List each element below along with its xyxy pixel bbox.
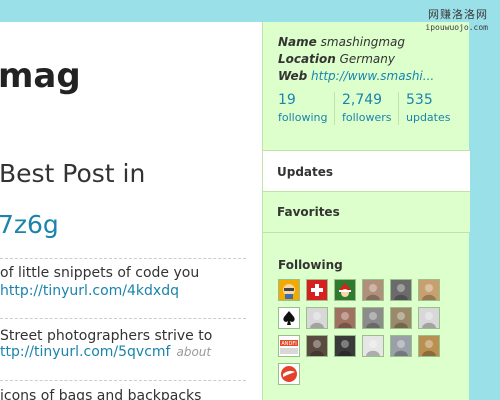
web-label: Web (278, 69, 308, 83)
avatar-red-logo-icon[interactable] (278, 363, 300, 385)
avatar-photo-icon[interactable] (334, 307, 356, 329)
update-link[interactable]: http://tinyurl.com/4kdxdq (0, 283, 179, 299)
stat-updates[interactable]: 535 updates (406, 92, 451, 130)
updates-label: updates (406, 111, 451, 124)
profile-name-row: Name smashingmag (278, 34, 434, 51)
followers-count: 2,749 (342, 92, 383, 108)
name-value: smashingmag (320, 35, 405, 49)
avatar-photo-icon[interactable] (390, 335, 412, 357)
avatar-photo-icon[interactable] (390, 279, 412, 301)
avatar-photo-icon[interactable] (390, 307, 412, 329)
stat-following[interactable]: 19 following (278, 92, 327, 130)
following-count: 19 (278, 92, 296, 108)
svg-text:ANDFI: ANDFI (281, 341, 296, 347)
stats-bar: 19 following 2,749 followers 535 updates (263, 92, 470, 148)
profile-location-row: Location Germany (278, 51, 434, 68)
update-text: icons of bags and backpacks (0, 388, 202, 400)
profile-title: mag (0, 56, 81, 96)
avatar-santa-icon[interactable] (334, 279, 356, 301)
update-text: of little snippets of code you (0, 265, 200, 281)
watermark: 网赚洛洛网 ipouwuojo.com (425, 6, 488, 32)
stat-separator (334, 92, 335, 125)
avatar-photo-icon[interactable] (418, 307, 440, 329)
twitter-profile-page: mag Best Post in 7z6g of little snippets… (0, 0, 500, 400)
update-divider (0, 318, 246, 319)
updates-count: 535 (406, 92, 433, 108)
avatar-photo-icon[interactable] (362, 335, 384, 357)
web-link[interactable]: http://www.smashi... (311, 69, 434, 83)
avatar-spade-icon[interactable] (278, 307, 300, 329)
watermark-line2: ipouwuojo.com (425, 23, 488, 32)
avatar-photo-icon[interactable] (362, 279, 384, 301)
tab-favorites[interactable]: Favorites (263, 192, 470, 233)
avatar-photo-icon[interactable] (306, 335, 328, 357)
following-label: following (278, 111, 328, 124)
update-link-row: ttp://tinyurl.com/5qvcmf about (0, 344, 211, 360)
update-text: Street photographers strive to (0, 328, 213, 344)
main-content: mag Best Post in 7z6g of little snippets… (0, 22, 262, 400)
update-link-row: http://tinyurl.com/4kdxdq (0, 283, 179, 299)
avatar-swiss-cross-icon[interactable] (306, 279, 328, 301)
location-label: Location (278, 52, 336, 66)
latest-tweet-text: Best Post in (0, 159, 146, 188)
avatar-andfi-logo-icon[interactable]: ANDFI (278, 335, 300, 357)
profile-web-row: Web http://www.smashi... (278, 68, 434, 85)
location-value: Germany (339, 52, 395, 66)
stat-followers[interactable]: 2,749 followers (342, 92, 391, 130)
avatar-photo-icon[interactable] (418, 335, 440, 357)
update-meta: about (176, 345, 212, 359)
update-link[interactable]: ttp://tinyurl.com/5qvcmf (0, 344, 170, 360)
followers-label: followers (342, 111, 392, 124)
avatar-cartoon-icon[interactable] (278, 279, 300, 301)
name-label: Name (278, 35, 317, 49)
avatar-photo-icon[interactable] (334, 335, 356, 357)
following-heading: Following (278, 258, 343, 272)
update-divider (0, 258, 246, 259)
update-divider (0, 380, 246, 381)
sidebar: Name smashingmag Location Germany Web ht… (262, 22, 470, 400)
avatar-photo-icon[interactable] (306, 307, 328, 329)
tab-updates[interactable]: Updates (263, 150, 470, 192)
stat-separator (398, 92, 399, 125)
avatar-photo-icon[interactable] (362, 307, 384, 329)
watermark-line1: 网赚洛洛网 (428, 8, 488, 21)
latest-tweet-link[interactable]: 7z6g (0, 210, 59, 239)
profile-info: Name smashingmag Location Germany Web ht… (278, 34, 434, 85)
avatar-photo-icon[interactable] (418, 279, 440, 301)
